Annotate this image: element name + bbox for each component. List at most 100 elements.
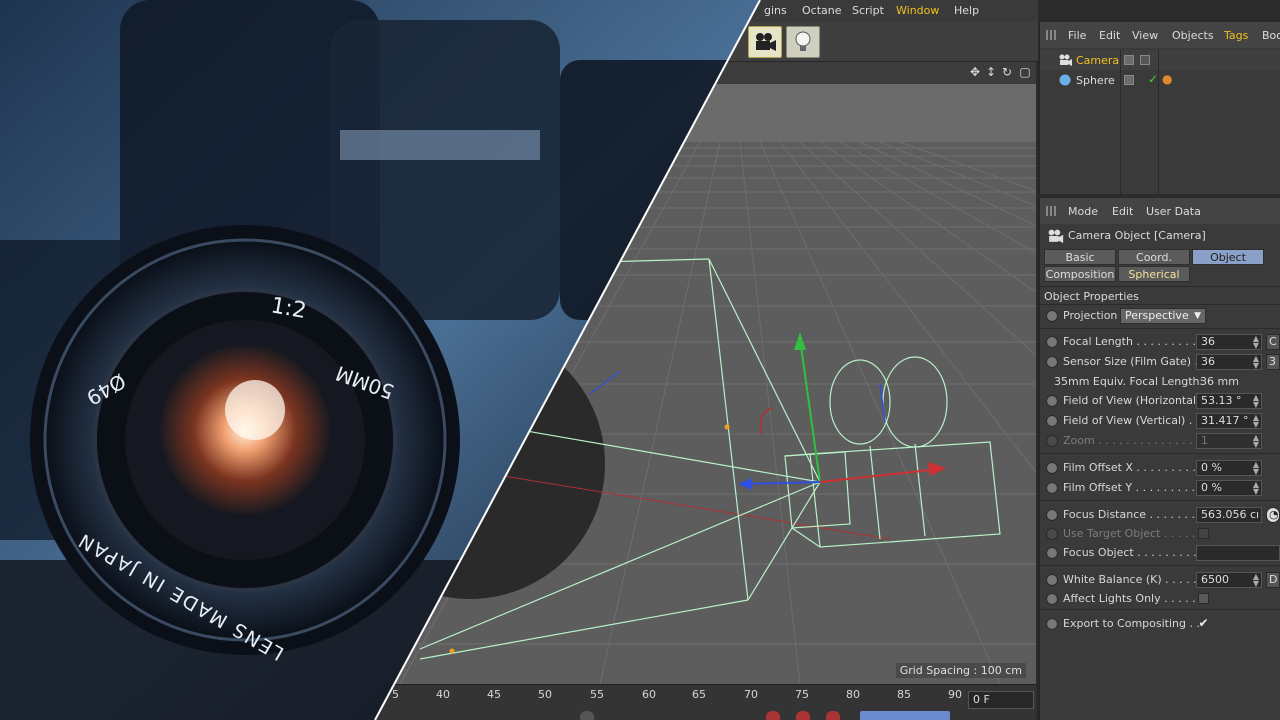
animate-radio[interactable]: [1046, 356, 1058, 368]
animate-radio[interactable]: [1046, 547, 1058, 559]
maximize-view-icon[interactable]: ▢: [1018, 65, 1032, 79]
property-value: 6500: [1201, 573, 1229, 586]
white-balance-input[interactable]: 6500 ▲ ▼: [1196, 572, 1262, 588]
animate-radio[interactable]: [1046, 462, 1058, 474]
om-menu-view[interactable]: View: [1132, 29, 1158, 42]
animate-radio[interactable]: [1046, 336, 1058, 348]
fov-vertical-input[interactable]: 31.417 ° ▲ ▼: [1196, 413, 1262, 429]
pick-focus-icon[interactable]: ◔: [1266, 507, 1280, 523]
camera-object-icon: [1048, 229, 1064, 243]
affect-lights-checkbox[interactable]: [1198, 593, 1209, 604]
sensor-size-input[interactable]: 36 ▲ ▼: [1196, 354, 1262, 370]
keyframe-button[interactable]: [766, 711, 780, 720]
spinner-icon[interactable]: ▲ ▼: [1253, 573, 1259, 587]
menu-octane[interactable]: Octane: [802, 4, 842, 17]
panel-grip-icon[interactable]: [1046, 30, 1058, 40]
property-row: 35mm Equiv. Focal Length: 36 mm: [1040, 372, 1280, 392]
tab-basic[interactable]: Basic: [1044, 249, 1116, 265]
sphere-object[interactable]: [335, 329, 605, 599]
focus-object-field[interactable]: [1196, 545, 1280, 561]
menu-window[interactable]: Window: [896, 4, 939, 17]
tab-object[interactable]: Object: [1192, 249, 1264, 265]
material-tag-icon[interactable]: ●: [1162, 72, 1172, 86]
animate-radio[interactable]: [1046, 574, 1058, 586]
current-frame-field[interactable]: 0 F: [968, 691, 1034, 709]
spinner-icon[interactable]: ▲ ▼: [1253, 414, 1259, 428]
keyframe-button[interactable]: [796, 711, 810, 720]
animate-radio[interactable]: [1046, 618, 1058, 630]
move-view-icon[interactable]: ✥: [968, 65, 982, 79]
animate-radio[interactable]: [1046, 310, 1058, 322]
record-button[interactable]: [580, 711, 594, 720]
animate-radio[interactable]: [1046, 482, 1058, 494]
rotate-view-icon[interactable]: ↻: [1000, 65, 1014, 79]
menu-plugins[interactable]: gins: [764, 4, 787, 17]
layer-box[interactable]: [1124, 75, 1134, 85]
om-menu-objects[interactable]: Objects: [1172, 29, 1214, 42]
object-row-sphere[interactable]: Sphere ✓ ●: [1040, 70, 1280, 90]
focal-length-input[interactable]: 36 ▲ ▼: [1196, 334, 1262, 350]
property-row: Use Target Object . . . . . . .: [1040, 524, 1280, 544]
divider: [1040, 328, 1280, 329]
layer-box[interactable]: [1124, 55, 1134, 65]
timeline-tick: 70: [744, 688, 758, 701]
property-label: Focus Distance . . . . . . . . .: [1063, 508, 1209, 521]
animate-radio[interactable]: [1046, 415, 1058, 427]
om-menu-tags[interactable]: Tags: [1224, 29, 1248, 42]
enabled-check-icon[interactable]: ✓: [1148, 72, 1158, 86]
camera-tool-button[interactable]: [748, 26, 782, 58]
preset-select[interactable]: C: [1266, 334, 1280, 350]
menu-help[interactable]: Help: [954, 4, 979, 17]
property-label: Film Offset Y . . . . . . . . . .: [1063, 481, 1203, 494]
om-menu-bookmarks[interactable]: Boo: [1262, 29, 1280, 42]
attribute-manager-menu: Mode Edit User Data: [1040, 198, 1280, 224]
spinner-icon[interactable]: ▲ ▼: [1253, 481, 1259, 495]
spinner-icon[interactable]: ▲ ▼: [1253, 461, 1259, 475]
timeline-tick: 50: [538, 688, 552, 701]
spinner-icon[interactable]: ▲ ▼: [1253, 335, 1259, 349]
property-row: Zoom . . . . . . . . . . . . . . . . . 1…: [1040, 431, 1280, 451]
focus-distance-input[interactable]: 563.056 cı: [1196, 507, 1262, 523]
am-menu-edit[interactable]: Edit: [1112, 205, 1133, 218]
am-menu-mode[interactable]: Mode: [1068, 205, 1098, 218]
object-row-camera[interactable]: Camera: [1040, 50, 1280, 70]
timeline-tick: 80: [846, 688, 860, 701]
om-menu-edit[interactable]: Edit: [1099, 29, 1120, 42]
timeline-tick: 5: [392, 688, 399, 701]
tab-composition[interactable]: Composition: [1044, 266, 1116, 282]
timeline[interactable]: 5 40 45 50 55 60 65 70 75 80 85 90 0 F: [0, 684, 1036, 720]
animate-radio[interactable]: [1046, 593, 1058, 605]
zoom-view-icon[interactable]: ↕: [984, 65, 998, 79]
projection-select[interactable]: Perspective ▼: [1120, 308, 1206, 324]
equiv-focal-value: 36 mm: [1200, 375, 1239, 388]
spinner-icon[interactable]: ▲ ▼: [1253, 355, 1259, 369]
fov-horizontal-input[interactable]: 53.13 ° ▲ ▼: [1196, 393, 1262, 409]
viewport-header: ✥ ↕ ↻ ▢: [0, 62, 1036, 84]
property-label: Focus Object . . . . . . . . . .: [1063, 546, 1204, 559]
menu-script[interactable]: Script: [852, 4, 884, 17]
film-offset-x-input[interactable]: 0 % ▲ ▼: [1196, 460, 1262, 476]
tab-coord[interactable]: Coord.: [1118, 249, 1190, 265]
projection-value: Perspective: [1125, 309, 1189, 322]
panel-grip-icon[interactable]: [1046, 206, 1058, 216]
keyframe-button[interactable]: [826, 711, 840, 720]
timeline-tick: 65: [692, 688, 706, 701]
preset-select[interactable]: D: [1266, 572, 1280, 588]
animate-radio[interactable]: [1046, 395, 1058, 407]
animate-radio[interactable]: [1046, 509, 1058, 521]
am-menu-user-data[interactable]: User Data: [1146, 205, 1201, 218]
playback-controls[interactable]: [860, 711, 950, 720]
visibility-dots[interactable]: [1140, 55, 1150, 65]
om-menu-file[interactable]: File: [1068, 29, 1086, 42]
3d-viewport[interactable]: ✥ ↕ ↻ ▢ Grid Spacing: 100 cm: [0, 62, 1036, 684]
spinner-icon[interactable]: ▲ ▼: [1253, 394, 1259, 408]
film-offset-y-input[interactable]: 0 % ▲ ▼: [1196, 480, 1262, 496]
grid-spacing-label: Grid Spacing : 100 cm: [895, 663, 1026, 678]
export-compositing-checkbox[interactable]: ✔: [1198, 617, 1209, 629]
screen: gins Octane Script Window Help ✥ ↕ ↻ ▢ G…: [0, 0, 1280, 720]
tab-spherical[interactable]: Spherical: [1118, 266, 1190, 282]
light-tool-button[interactable]: [786, 26, 820, 58]
property-row: White Balance (K) . . . . . . 6500 ▲ ▼ D: [1040, 570, 1280, 590]
preset-select[interactable]: 3: [1266, 354, 1280, 370]
object-manager: File Edit View Objects Tags Boo Camera S…: [1038, 22, 1280, 194]
